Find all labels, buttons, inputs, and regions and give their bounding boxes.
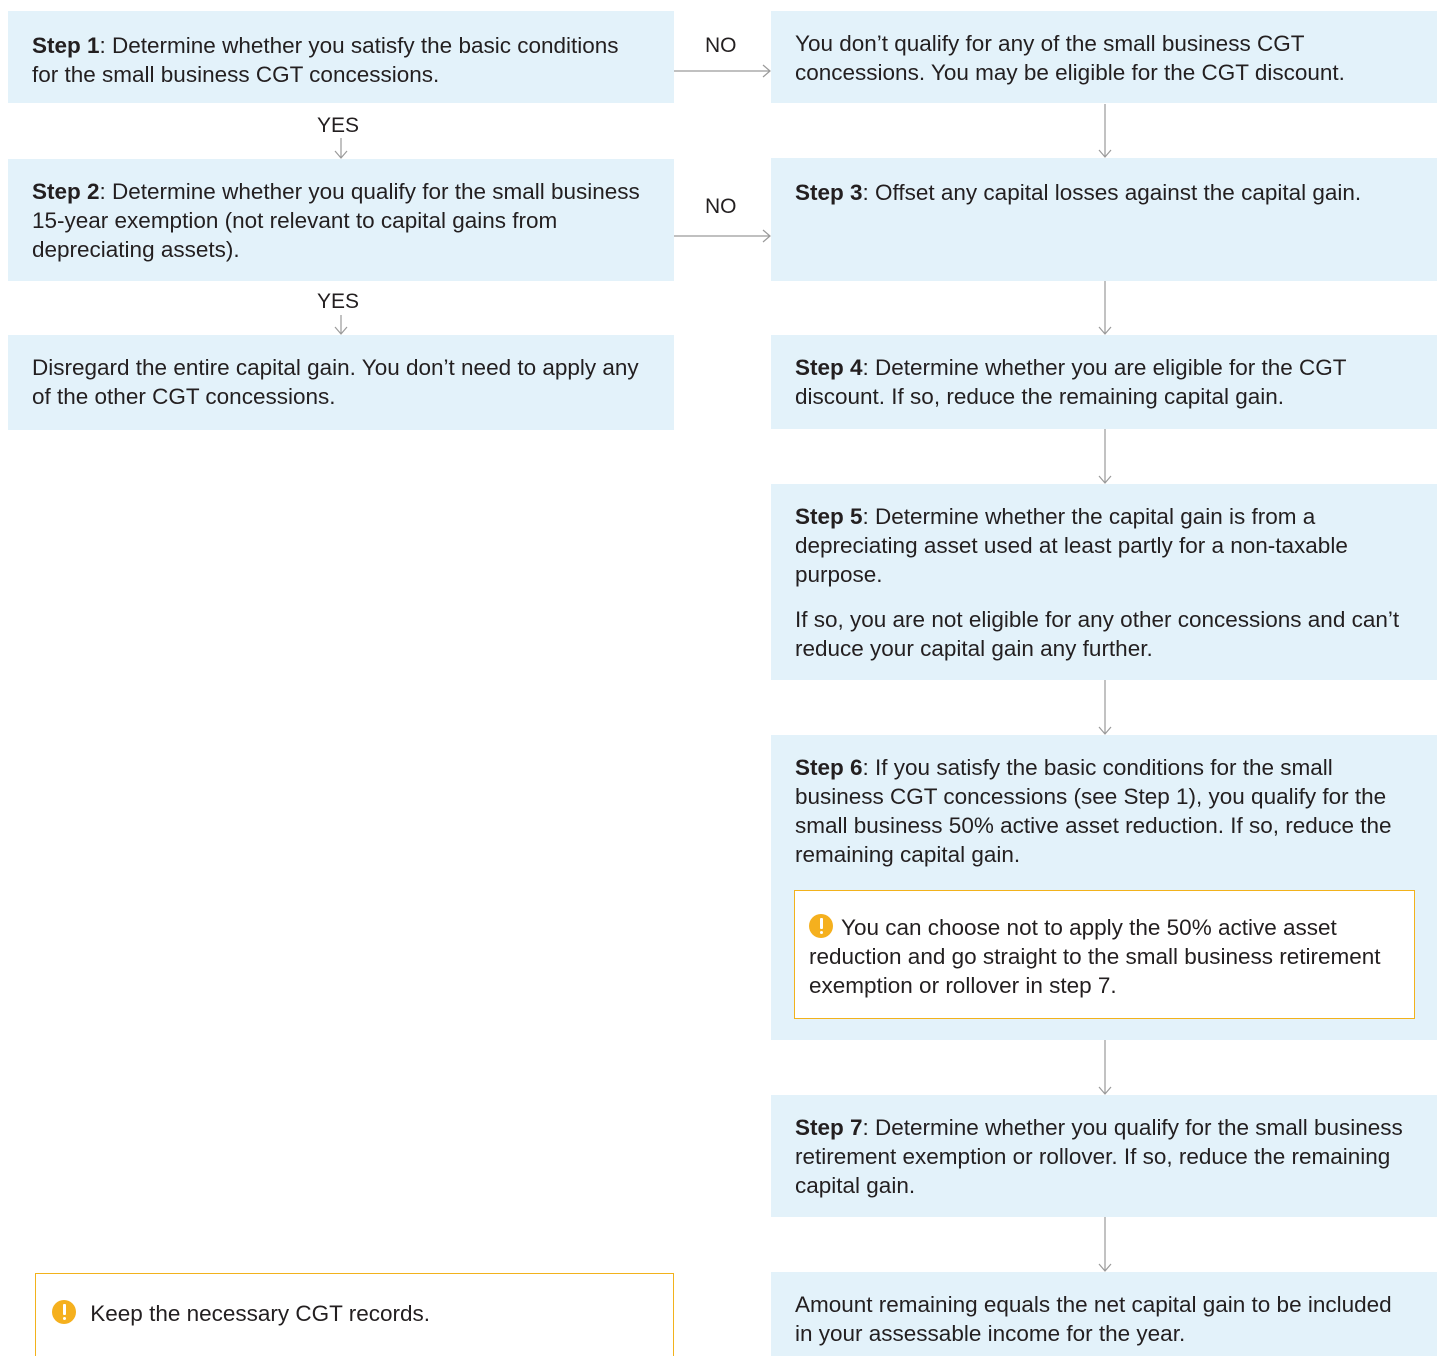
disregard-box: Disregard the entire capital gain. You d… (8, 335, 674, 430)
no-qualify-box: You don’t qualify for any of the small b… (771, 11, 1437, 103)
step5-box: Step 5: Determine whether the capital ga… (771, 484, 1437, 680)
final-text: Amount remaining equals the net capital … (795, 1292, 1392, 1346)
step3-box: Step 3: Offset any capital losses agains… (771, 158, 1437, 281)
arrow-step6-step7 (1098, 1040, 1112, 1095)
arrow-step3-step4 (1098, 281, 1112, 335)
arrow-noqualify-step3 (1098, 104, 1112, 158)
step3-title: Step 3 (795, 180, 863, 205)
arrow-step2-no (674, 229, 771, 243)
step1-box: Step 1: Determine whether you satisfy th… (8, 11, 674, 103)
step7-box: Step 7: Determine whether you qualify fo… (771, 1095, 1437, 1217)
disregard-text: Disregard the entire capital gain. You d… (32, 355, 639, 409)
final-box: Amount remaining equals the net capital … (771, 1272, 1437, 1356)
label-yes-step1: YES (317, 114, 360, 137)
step4-title: Step 4 (795, 355, 863, 380)
records-note: Keep the necessary CGT records. (35, 1273, 674, 1356)
step5-text2: If so, you are not eligible for any othe… (795, 607, 1400, 661)
step7-title: Step 7 (795, 1115, 863, 1140)
step6-note-text: You can choose not to apply the 50% acti… (809, 915, 1381, 998)
warning-icon (809, 914, 833, 938)
arrow-step5-step6 (1098, 680, 1112, 735)
step6-title: Step 6 (795, 755, 863, 780)
arrow-step1-no (674, 64, 771, 78)
step7-text: : Determine whether you qualify for the … (795, 1115, 1403, 1198)
arrow-step7-final (1098, 1217, 1112, 1272)
records-note-text: Keep the necessary CGT records. (90, 1301, 431, 1326)
step4-text: : Determine whether you are eligible for… (795, 355, 1347, 409)
step5-title: Step 5 (795, 504, 863, 529)
step6-note: You can choose not to apply the 50% acti… (794, 890, 1415, 1019)
step4-box: Step 4: Determine whether you are eligib… (771, 335, 1437, 429)
label-yes-step2: YES (317, 290, 360, 313)
arrow-step4-step5 (1098, 429, 1112, 484)
step2-box: Step 2: Determine whether you qualify fo… (8, 159, 674, 281)
no-qualify-text: You don’t qualify for any of the small b… (795, 31, 1345, 85)
step2-text: : Determine whether you qualify for the … (32, 179, 640, 262)
label-no-step1: NO (705, 34, 737, 57)
step1-title: Step 1 (32, 33, 100, 58)
step1-text: : Determine whether you satisfy the basi… (32, 33, 619, 87)
arrow-step2-yes (334, 315, 348, 335)
step6-box: Step 6: If you satisfy the basic conditi… (771, 735, 1437, 1040)
step2-title: Step 2 (32, 179, 100, 204)
step6-text: : If you satisfy the basic conditions fo… (795, 755, 1392, 867)
label-no-step2: NO (705, 195, 737, 218)
step3-text: : Offset any capital losses against the … (862, 180, 1362, 205)
step5-text: : Determine whether the capital gain is … (795, 504, 1348, 587)
arrow-step1-yes (334, 138, 348, 159)
warning-icon (52, 1300, 76, 1324)
